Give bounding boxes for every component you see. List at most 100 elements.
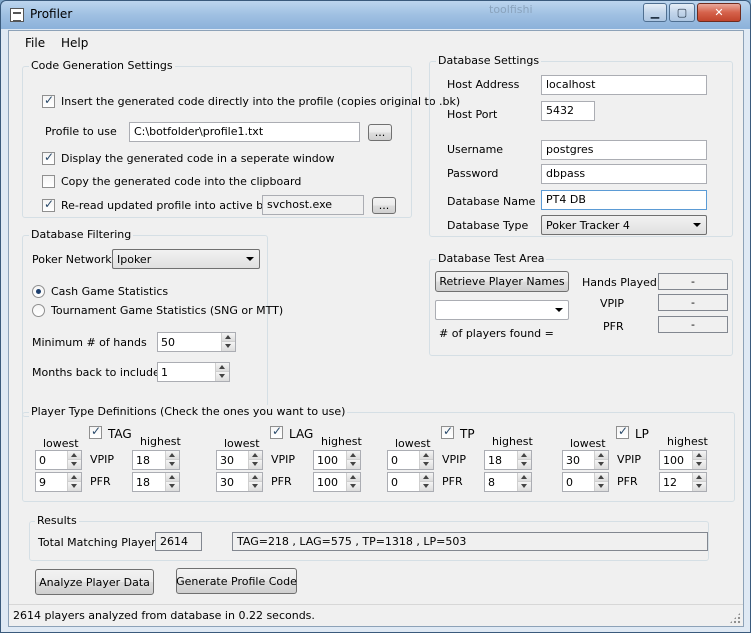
- lp-pfr-low-spinner-value: 0: [566, 476, 573, 489]
- lag-vpip-low-spinner[interactable]: 30: [216, 450, 263, 470]
- menu-file[interactable]: File: [25, 36, 45, 50]
- spin-up-icon[interactable]: [249, 473, 262, 482]
- password-input[interactable]: dbpass: [541, 164, 707, 184]
- lag-vpip-high-spinner-value: 100: [317, 454, 338, 467]
- spin-down-icon[interactable]: [347, 460, 360, 469]
- spin-down-icon[interactable]: [420, 460, 433, 469]
- spin-down-icon[interactable]: [595, 460, 608, 469]
- spin-down-icon[interactable]: [166, 460, 179, 469]
- spin-down-icon[interactable]: [68, 460, 81, 469]
- cash-game-radio[interactable]: [32, 285, 45, 298]
- retrieve-player-names-button[interactable]: Retrieve Player Names: [435, 271, 569, 292]
- tag-vpip-high-spinner[interactable]: 18: [132, 450, 180, 470]
- spin-down-icon[interactable]: [249, 460, 262, 469]
- spin-down-icon[interactable]: [518, 460, 531, 469]
- spin-up-icon[interactable]: [166, 473, 179, 482]
- tp-pfr-high-spinner-value: 8: [488, 476, 495, 489]
- tag-pfr-low-spinner[interactable]: 9: [35, 472, 82, 492]
- spin-up-icon[interactable]: [249, 451, 262, 460]
- tp-vpip-high-spinner[interactable]: 18: [484, 450, 532, 470]
- tp-checkbox[interactable]: [441, 424, 454, 439]
- spin-up-icon[interactable]: [222, 333, 235, 342]
- spin-up-icon[interactable]: [518, 451, 531, 460]
- tag-vpip-high-spinner-value: 18: [136, 454, 150, 467]
- spin-down-icon[interactable]: [68, 482, 81, 491]
- spin-down-icon[interactable]: [249, 482, 262, 491]
- spin-up-icon[interactable]: [693, 451, 706, 460]
- insert-code-checkbox[interactable]: [42, 93, 55, 108]
- process-browse-button[interactable]: ...: [372, 197, 396, 214]
- lag-vpip-high-spinner[interactable]: 100: [313, 450, 361, 470]
- lp-checkbox[interactable]: [616, 424, 629, 439]
- spin-up-icon[interactable]: [693, 473, 706, 482]
- spin-up-icon[interactable]: [420, 473, 433, 482]
- generate-profile-code-button[interactable]: Generate Profile Code: [176, 568, 297, 594]
- maximize-button[interactable]: ▢: [669, 3, 695, 22]
- profile-label: Profile to use: [45, 125, 117, 138]
- lp-vpip-high-spinner[interactable]: 100: [659, 450, 707, 470]
- spin-up-icon[interactable]: [595, 473, 608, 482]
- lag-checkbox[interactable]: [270, 424, 283, 439]
- spin-up-icon[interactable]: [166, 451, 179, 460]
- host-address-input[interactable]: localhost: [541, 75, 707, 95]
- spin-down-icon[interactable]: [347, 482, 360, 491]
- min-hands-spinner[interactable]: 50: [157, 332, 236, 352]
- password-label: Password: [447, 167, 499, 180]
- title-bar[interactable]: Profiler toolfishi ▁ ▢ ✕: [1, 1, 750, 29]
- spin-up-icon[interactable]: [216, 363, 229, 372]
- host-port-input[interactable]: 5432: [541, 101, 595, 121]
- test-vpip-value: -: [658, 294, 728, 311]
- close-button[interactable]: ✕: [697, 3, 741, 22]
- database-type-select[interactable]: Poker Tracker 4: [541, 215, 707, 235]
- spin-up-icon[interactable]: [68, 451, 81, 460]
- tag-vpip-low-spinner-value: 0: [39, 454, 46, 467]
- lag-vpip-label: VPIP: [271, 453, 296, 466]
- spin-up-icon[interactable]: [420, 451, 433, 460]
- analyze-player-data-button[interactable]: Analyze Player Data: [35, 569, 154, 595]
- lp-vpip-low-spinner-value: 30: [566, 454, 580, 467]
- lag-pfr-low-spinner[interactable]: 30: [216, 472, 263, 492]
- lp-pfr-low-spinner[interactable]: 0: [562, 472, 609, 492]
- menu-help[interactable]: Help: [61, 36, 88, 50]
- profile-browse-button[interactable]: ...: [368, 124, 392, 141]
- profile-path-input[interactable]: C:\botfolder\profile1.txt: [129, 122, 360, 142]
- spin-down-icon[interactable]: [693, 482, 706, 491]
- display-code-checkbox[interactable]: [42, 150, 55, 165]
- spin-down-icon[interactable]: [166, 482, 179, 491]
- tag-vpip-low-spinner[interactable]: 0: [35, 450, 82, 470]
- tp-pfr-high-spinner[interactable]: 8: [484, 472, 532, 492]
- tournament-radio[interactable]: [32, 304, 45, 317]
- spin-down-icon[interactable]: [595, 482, 608, 491]
- tp-vpip-low-spinner[interactable]: 0: [387, 450, 434, 470]
- spin-up-icon[interactable]: [595, 451, 608, 460]
- months-back-spinner[interactable]: 1: [157, 362, 230, 382]
- player-names-select[interactable]: [435, 300, 569, 320]
- spin-up-icon[interactable]: [347, 473, 360, 482]
- min-hands-value: 50: [161, 336, 175, 349]
- resize-grip-icon[interactable]: [729, 612, 741, 624]
- poker-network-select[interactable]: Ipoker: [112, 249, 260, 269]
- clipboard-checkbox[interactable]: [42, 175, 55, 188]
- lp-pfr-high-spinner[interactable]: 12: [659, 472, 707, 492]
- tag-pfr-high-spinner[interactable]: 18: [132, 472, 180, 492]
- tag-checkbox[interactable]: [89, 424, 102, 439]
- spin-down-icon[interactable]: [693, 460, 706, 469]
- database-name-input[interactable]: PT4 DB: [541, 190, 707, 210]
- spin-down-icon[interactable]: [518, 482, 531, 491]
- tp-pfr-low-spinner-value: 0: [391, 476, 398, 489]
- tp-pfr-low-spinner[interactable]: 0: [387, 472, 434, 492]
- username-input[interactable]: postgres: [541, 140, 707, 160]
- spin-up-icon[interactable]: [347, 451, 360, 460]
- spin-up-icon[interactable]: [68, 473, 81, 482]
- min-hands-label: Minimum # of hands: [32, 336, 147, 349]
- lag-pfr-high-spinner[interactable]: 100: [313, 472, 361, 492]
- lp-vpip-low-spinner[interactable]: 30: [562, 450, 609, 470]
- spin-up-icon[interactable]: [518, 473, 531, 482]
- process-name-input[interactable]: svchost.exe: [262, 195, 364, 215]
- minimize-button[interactable]: ▁: [643, 3, 667, 22]
- reread-profile-checkbox[interactable]: [42, 197, 55, 212]
- spin-down-icon[interactable]: [216, 372, 229, 381]
- database-test-group: Database Test Area Retrieve Player Names…: [429, 252, 733, 356]
- spin-down-icon[interactable]: [420, 482, 433, 491]
- spin-down-icon[interactable]: [222, 342, 235, 351]
